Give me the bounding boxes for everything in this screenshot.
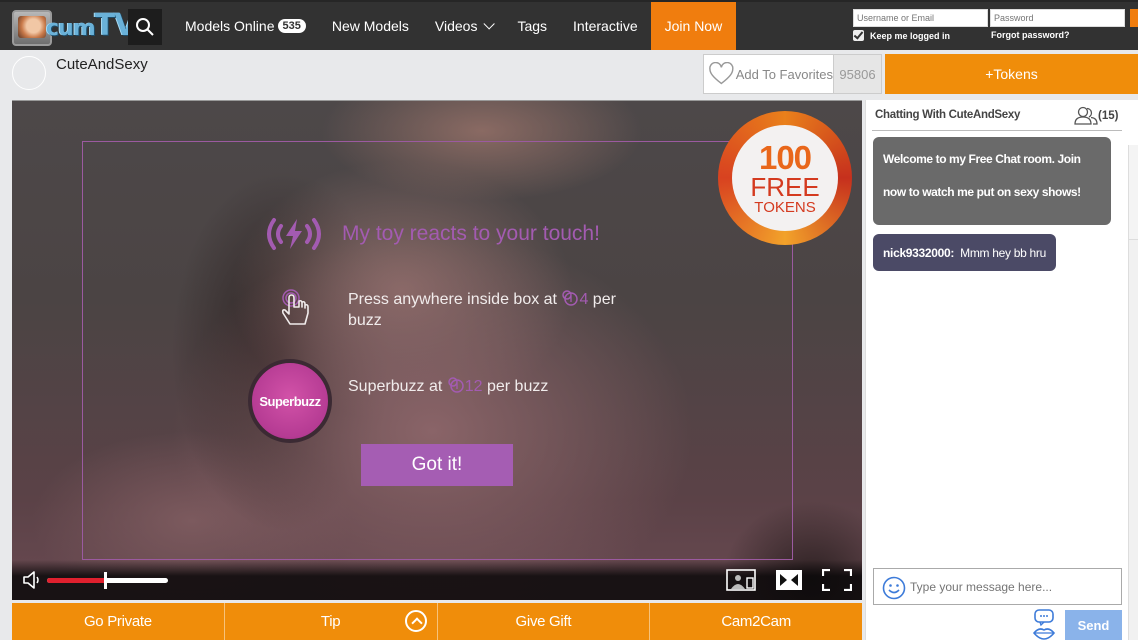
model-name: CuteAndSexy xyxy=(56,56,148,73)
lips-speech-icon[interactable] xyxy=(1032,608,1056,640)
superbuzz-cost: 12 xyxy=(464,378,483,395)
chat-input-box xyxy=(873,568,1122,605)
action-label: Go Private xyxy=(83,613,152,630)
add-to-favorites-label: Add To Favorites xyxy=(735,66,833,82)
volume-icon[interactable] xyxy=(22,571,42,589)
action-label: Cam2Cam xyxy=(721,613,791,630)
send-button[interactable]: Send xyxy=(1065,610,1122,640)
username-input[interactable] xyxy=(853,9,988,27)
fit-screen-icon[interactable] xyxy=(775,569,803,591)
chevron-down-icon xyxy=(483,18,496,30)
nav-new-models[interactable]: New Models xyxy=(319,2,422,50)
superbuzz-instructions: Superbuzz at 12 per buzz xyxy=(348,377,548,396)
models-online-count-badge: 535 xyxy=(277,19,306,33)
volume-slider[interactable] xyxy=(47,572,168,589)
picture-in-picture-icon[interactable] xyxy=(726,569,756,591)
tap-hand-icon xyxy=(281,289,309,325)
superbuzz-text: Superbuzz at xyxy=(348,378,447,395)
keep-logged-in-label: Keep me logged in xyxy=(870,30,951,41)
action-label: Give Gift xyxy=(515,613,572,630)
nav-label: New Models xyxy=(331,18,409,34)
promo-free-text: FREE xyxy=(750,172,820,202)
chat-welcome-message: Welcome to my Free Chat room. Join now t… xyxy=(873,137,1111,225)
nav-videos[interactable]: Videos xyxy=(422,2,505,50)
nav-label: Join Now xyxy=(664,18,723,34)
token-coin-icon xyxy=(447,377,464,393)
chat-divider xyxy=(872,130,1122,131)
fullscreen-icon[interactable] xyxy=(822,569,852,591)
got-it-button[interactable]: Got it! xyxy=(361,444,513,486)
chat-message-username[interactable]: nick9332000: xyxy=(883,246,954,260)
keep-logged-in-checkbox[interactable]: Keep me logged in xyxy=(853,30,950,41)
chat-message-text: Mmm hey bb hru xyxy=(960,245,1046,260)
video-player[interactable]: 100 FREE TOKENS My toy reacts to your to… xyxy=(12,100,862,600)
superbuzz-button[interactable]: Superbuzz xyxy=(248,359,332,443)
token-coin-icon xyxy=(562,290,579,306)
search-icon xyxy=(136,18,154,36)
press-instructions: Press anywhere inside box at 4 per buzz xyxy=(348,289,648,331)
model-avatar[interactable] xyxy=(12,56,46,90)
vibration-lightning-icon xyxy=(267,218,321,250)
main-nav: Models Online 535 New Models Videos Tags… xyxy=(172,2,737,50)
chevron-up-circle-icon[interactable] xyxy=(404,610,427,632)
chat-scrollbar[interactable] xyxy=(1128,145,1138,640)
action-label: Tip xyxy=(320,613,341,630)
scrollbar-thumb[interactable] xyxy=(1129,145,1138,240)
chat-title: Chatting With CuteAndSexy xyxy=(875,109,1021,121)
favorites-count: 95806 xyxy=(834,54,882,94)
nav-label: Tags xyxy=(517,18,548,34)
nav-tags[interactable]: Tags xyxy=(504,2,560,50)
toy-touch-area[interactable] xyxy=(82,141,793,560)
chat-user-count[interactable]: (15) xyxy=(1074,106,1118,126)
password-input[interactable] xyxy=(990,9,1125,27)
nav-interactive[interactable]: Interactive xyxy=(560,2,651,50)
users-icon xyxy=(1074,106,1098,125)
video-controls xyxy=(12,560,862,600)
promo-amount: 100 xyxy=(758,139,812,176)
press-text: Press anywhere inside box at xyxy=(348,291,562,308)
nav-label: Interactive xyxy=(573,18,638,34)
buy-tokens-button[interactable]: +Tokens xyxy=(885,54,1138,94)
volume-slider-fill xyxy=(47,578,106,583)
heart-icon xyxy=(709,62,734,85)
top-navbar: cumTV Models Online 535 New Models Video… xyxy=(0,0,1138,50)
cam2cam-button[interactable]: Cam2Cam xyxy=(650,603,862,640)
nav-models-online[interactable]: Models Online 535 xyxy=(172,2,319,50)
superbuzz-text-suffix: per buzz xyxy=(482,378,549,395)
checkbox-checked-icon xyxy=(853,30,864,41)
search-button[interactable] xyxy=(128,9,162,45)
chat-message: nick9332000: Mmm hey bb hru xyxy=(873,234,1056,271)
toy-overlay-title: My toy reacts to your touch! xyxy=(342,222,600,245)
free-tokens-promo-badge[interactable]: 100 FREE TOKENS xyxy=(718,111,852,245)
forgot-password-link[interactable]: Forgot password? xyxy=(991,30,1070,40)
give-gift-button[interactable]: Give Gift xyxy=(437,603,651,640)
tip-button[interactable]: Tip xyxy=(224,603,438,640)
emoji-smile-icon[interactable] xyxy=(882,576,906,600)
user-count-text: (15) xyxy=(1098,110,1119,122)
login-submit-button[interactable] xyxy=(1130,9,1138,27)
add-to-favorites-button[interactable]: Add To Favorites xyxy=(703,54,834,94)
go-private-button[interactable]: Go Private xyxy=(12,603,225,640)
site-logo[interactable]: cumTV xyxy=(12,8,137,48)
chat-message-input[interactable] xyxy=(910,574,1115,599)
logo-text: cumTV xyxy=(46,8,137,43)
action-bar: Go Private Tip Give Gift Cam2Cam xyxy=(12,603,862,640)
nav-label: Videos xyxy=(434,18,478,34)
chat-panel: Chatting With CuteAndSexy (15) Welcome t… xyxy=(865,100,1138,640)
promo-tokens-text: TOKENS xyxy=(754,199,816,216)
nav-label: Models Online xyxy=(185,18,275,34)
join-now-button[interactable]: Join Now xyxy=(650,2,737,50)
volume-slider-handle[interactable] xyxy=(104,572,108,589)
